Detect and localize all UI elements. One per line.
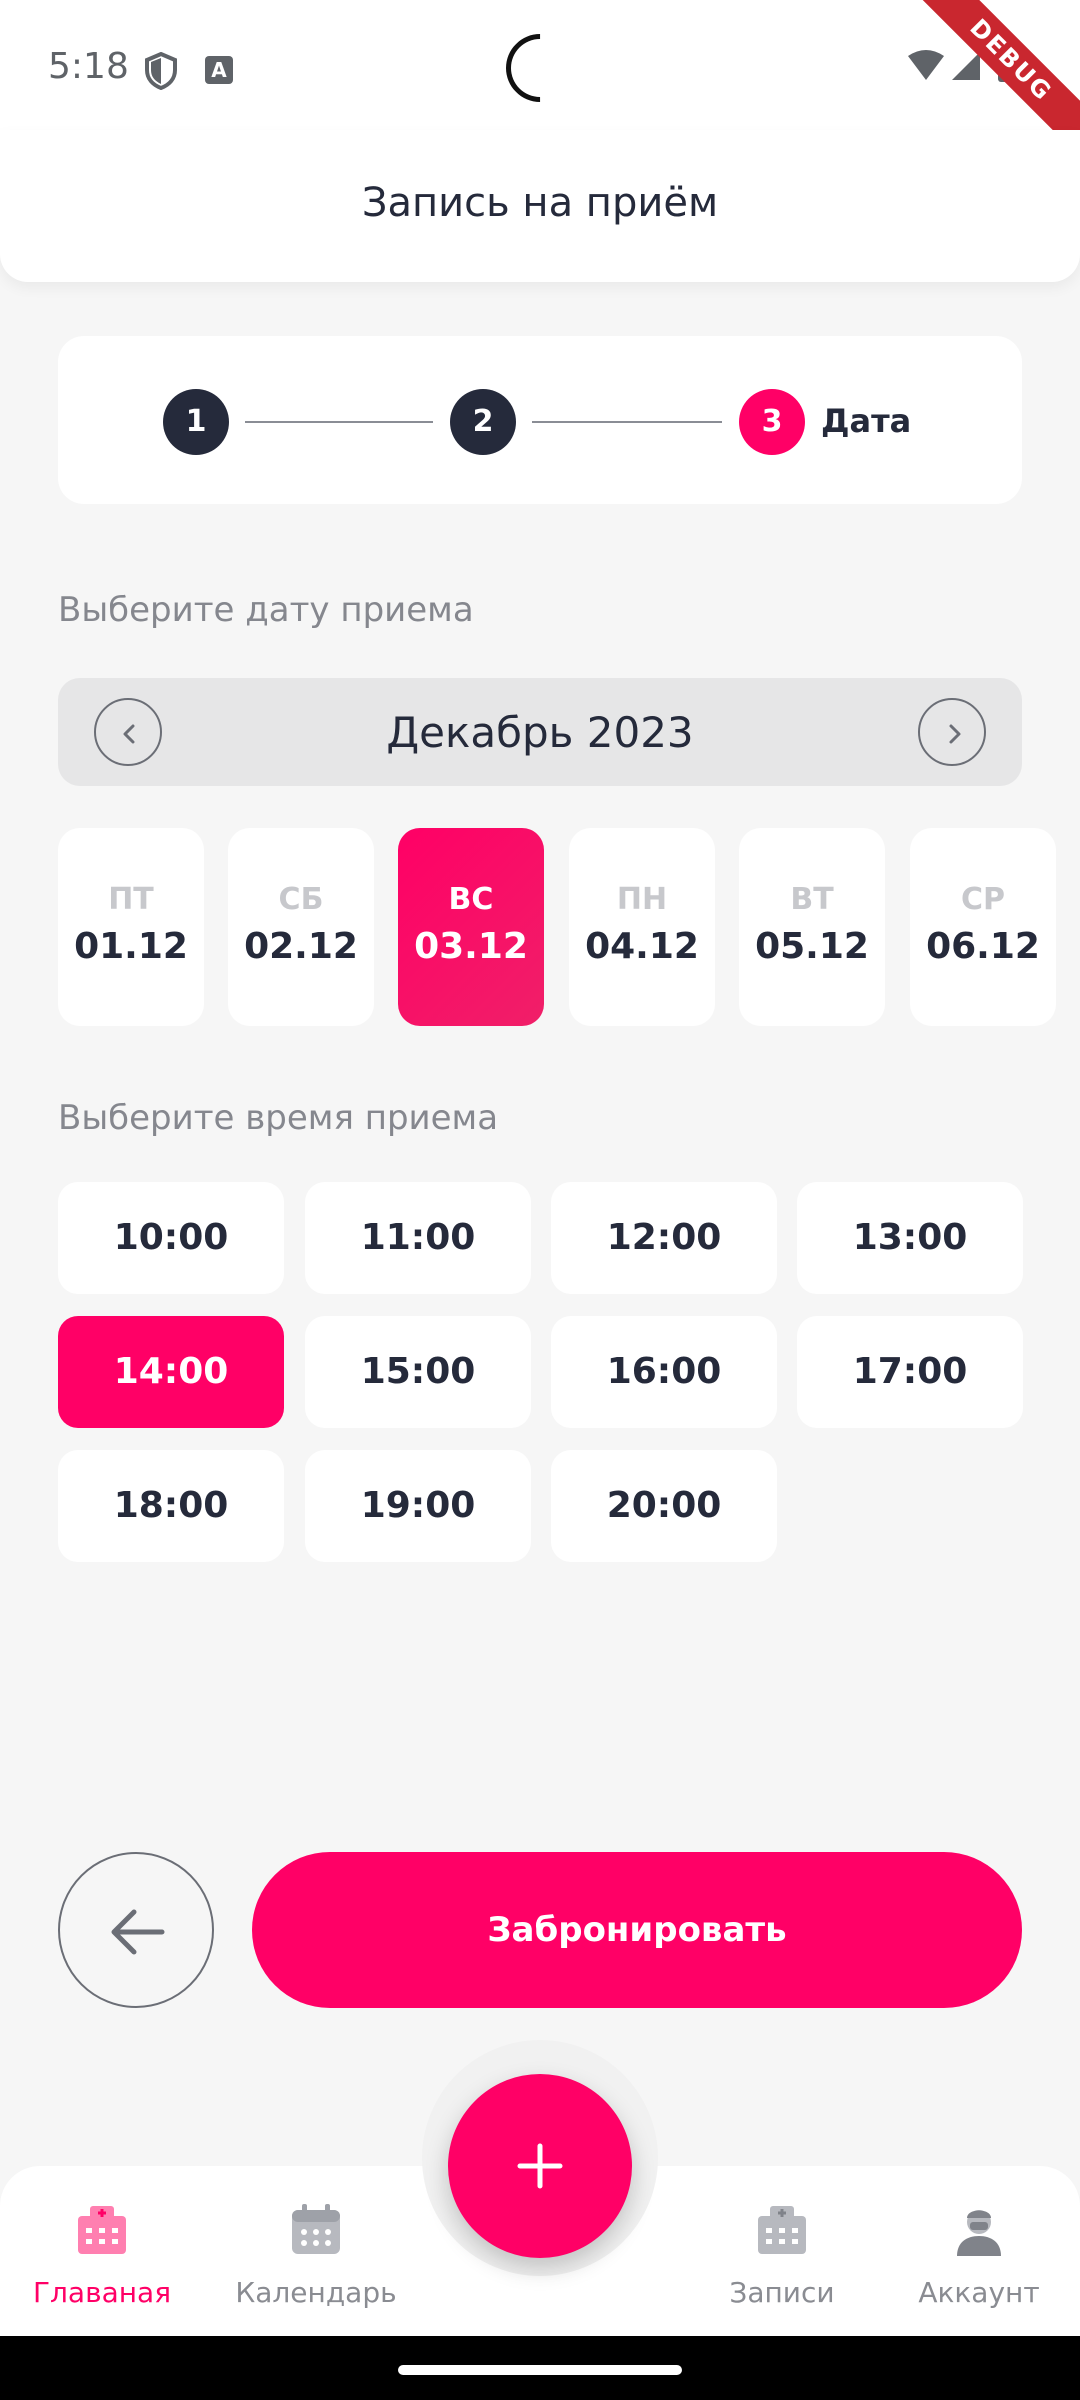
- nav-label: Главаная: [32, 2276, 172, 2309]
- nav-label: Записи: [729, 2276, 835, 2309]
- step-connector: [532, 421, 722, 423]
- wifi-icon: [908, 50, 944, 80]
- nav-label: Календарь: [235, 2276, 397, 2309]
- nav-item-account[interactable]: Аккаунт: [904, 2196, 1054, 2316]
- step-connector: [245, 421, 433, 423]
- day-card[interactable]: СБ 02.12: [228, 828, 374, 1026]
- time-slot[interactable]: 18:00: [58, 1450, 284, 1562]
- time-slot[interactable]: 20:00: [551, 1450, 777, 1562]
- step-1: 1: [163, 389, 229, 455]
- calendar-icon: [292, 2204, 340, 2254]
- status-time: 5:18: [48, 46, 129, 87]
- chevron-right-icon: [949, 724, 961, 744]
- back-button[interactable]: [58, 1852, 214, 2008]
- clinic-icon: [758, 2206, 806, 2254]
- cell-signal-icon: [952, 52, 980, 80]
- day-date: 04.12: [585, 926, 699, 967]
- day-weekday: ПН: [616, 882, 668, 917]
- add-fab-button[interactable]: [448, 2074, 632, 2258]
- day-card[interactable]: ПТ 01.12: [58, 828, 204, 1026]
- day-weekday: СБ: [278, 882, 324, 917]
- status-bar: 5:18 A DEBUG: [0, 0, 1080, 163]
- booking-stepper: 1 2 3 Дата: [58, 336, 1022, 504]
- doctor-icon: [957, 2210, 1001, 2256]
- time-slot[interactable]: 11:00: [305, 1182, 531, 1294]
- date-section-label: Выберите дату приема: [58, 590, 474, 630]
- month-label: Декабрь 2023: [386, 708, 694, 757]
- nav-item-calendar[interactable]: Календарь: [226, 2196, 406, 2316]
- time-slot[interactable]: 10:00: [58, 1182, 284, 1294]
- book-button[interactable]: Забронировать: [252, 1852, 1022, 2008]
- day-card[interactable]: СР 06.12: [910, 828, 1056, 1026]
- next-month-button[interactable]: [918, 698, 986, 766]
- arrow-left-icon: [111, 1909, 165, 1955]
- keyboard-a-icon: A: [205, 56, 233, 84]
- hospital-icon: [78, 2206, 126, 2254]
- time-slot[interactable]: 17:00: [797, 1316, 1023, 1428]
- day-weekday: ПТ: [108, 882, 154, 917]
- step-3: 3: [739, 389, 805, 455]
- time-section-label: Выберите время приема: [58, 1098, 499, 1138]
- day-card[interactable]: ПН 04.12: [569, 828, 715, 1026]
- time-slot-selected[interactable]: 14:00: [58, 1316, 284, 1428]
- day-date: 01.12: [74, 926, 188, 967]
- plus-icon: [517, 2143, 563, 2189]
- nav-item-records[interactable]: Записи: [712, 2196, 852, 2316]
- loading-spinner-icon: [491, 19, 589, 117]
- day-date: 03.12: [414, 926, 528, 967]
- day-date: 05.12: [755, 926, 869, 967]
- step-3-label: Дата: [821, 402, 912, 440]
- day-weekday: СР: [960, 882, 1005, 917]
- time-slot[interactable]: 12:00: [551, 1182, 777, 1294]
- time-slot[interactable]: 16:00: [551, 1316, 777, 1428]
- shield-icon: [145, 52, 177, 90]
- home-indicator[interactable]: [398, 2365, 682, 2375]
- nav-item-home[interactable]: Главаная: [22, 2196, 182, 2316]
- step-2: 2: [450, 389, 516, 455]
- page-title: Запись на приём: [361, 180, 719, 226]
- time-slot[interactable]: 13:00: [797, 1182, 1023, 1294]
- day-card[interactable]: ВТ 05.12: [739, 828, 885, 1026]
- time-slot[interactable]: 15:00: [305, 1316, 531, 1428]
- day-weekday: ВС: [448, 882, 494, 917]
- day-weekday: ВТ: [790, 882, 834, 917]
- time-slot[interactable]: 19:00: [305, 1450, 531, 1562]
- nav-label: Аккаунт: [918, 2276, 1040, 2309]
- day-date: 02.12: [244, 926, 358, 967]
- app-bar: Запись на приём: [0, 130, 1080, 282]
- day-card-selected[interactable]: ВС 03.12: [398, 828, 544, 1026]
- day-date: 06.12: [926, 926, 1040, 967]
- month-picker: Декабрь 2023: [58, 678, 1022, 786]
